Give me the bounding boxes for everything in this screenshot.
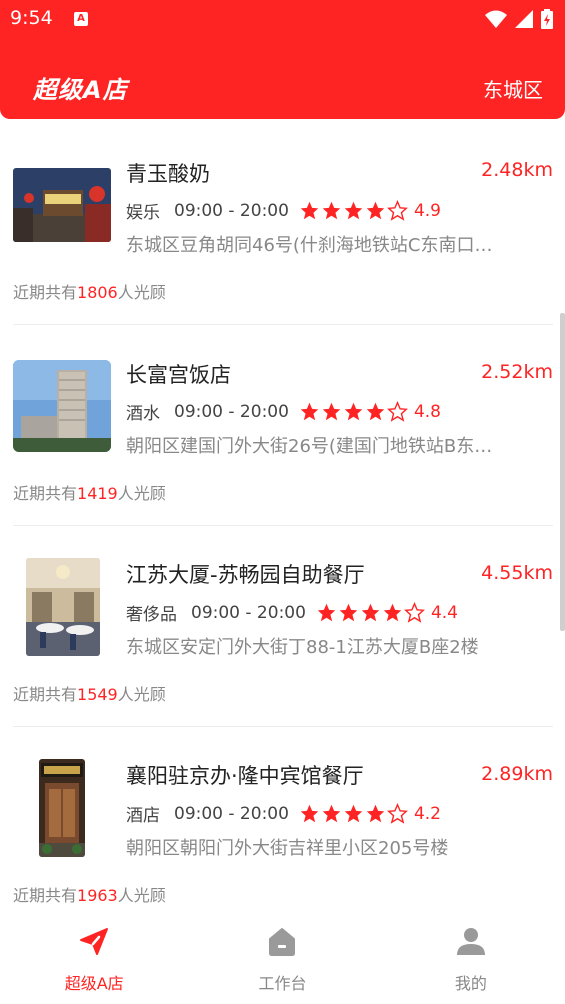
- store-image: [39, 759, 85, 857]
- store-image: [13, 168, 111, 242]
- visit-count: 近期共有1549人光顾: [13, 681, 166, 705]
- star-filled-icon: [366, 402, 385, 421]
- store-category: 酒店: [126, 806, 160, 826]
- app-title: 超级A店: [33, 76, 128, 104]
- tab-label: 我的: [454, 974, 487, 993]
- store-name[interactable]: 青玉酸奶: [126, 158, 210, 188]
- star-filled-icon: [339, 603, 358, 622]
- star-outline-icon: [387, 803, 408, 824]
- store-hours: 09:00 - 20:00: [174, 200, 289, 221]
- store-distance: 2.89km: [481, 763, 553, 785]
- star-outline-icon: [387, 200, 408, 221]
- store-address: 东城区安定门外大街丁88-1江苏大厦B座2楼: [126, 637, 479, 658]
- store-meta: 娱乐 09:00 - 20:00 4.9: [126, 198, 441, 223]
- store-name[interactable]: 江苏大厦-苏畅园自助餐厅: [126, 559, 365, 589]
- visits-suffix: 人光顾: [117, 685, 166, 704]
- bottom-tab-bar: 超级A店 工作台 我的: [0, 920, 565, 1004]
- tab-super-a-store[interactable]: 超级A店: [0, 920, 188, 1004]
- tab-workbench[interactable]: 工作台: [188, 920, 376, 1004]
- visits-suffix: 人光顾: [117, 484, 166, 503]
- star-outline-icon: [404, 602, 425, 623]
- star-filled-icon: [344, 804, 363, 823]
- star-filled-icon: [366, 804, 385, 823]
- tab-mine[interactable]: 我的: [377, 920, 565, 1004]
- visits-suffix: 人光顾: [117, 886, 166, 905]
- star-filled-icon: [317, 603, 336, 622]
- store-category: 奢侈品: [126, 605, 177, 625]
- store-address: 东城区豆角胡同46号(什刹海地铁站C东南口…: [126, 235, 493, 256]
- status-bar: 9:54 A: [0, 0, 565, 38]
- star-filled-icon: [322, 201, 341, 220]
- status-time: 9:54: [10, 7, 53, 29]
- store-name[interactable]: 襄阳驻京办·隆中宾馆餐厅: [126, 760, 364, 790]
- star-filled-icon: [344, 402, 363, 421]
- visits-prefix: 近期共有: [13, 484, 78, 503]
- store-distance: 2.52km: [481, 361, 553, 383]
- store-list: 青玉酸奶 2.48km 娱乐 09:00 - 20:00 4.9 东城区豆角胡同…: [13, 124, 553, 928]
- star-filled-icon: [300, 201, 319, 220]
- star-outline-icon: [387, 401, 408, 422]
- signal-icon: [515, 10, 533, 28]
- store-card[interactable]: 江苏大厦-苏畅园自助餐厅 4.55km 奢侈品 09:00 - 20:00 4.…: [13, 526, 553, 727]
- visit-count: 近期共有1806人光顾: [13, 279, 166, 303]
- store-distance: 2.48km: [481, 159, 553, 181]
- tab-label: 工作台: [258, 974, 307, 993]
- wifi-icon: [485, 10, 507, 28]
- star-filled-icon: [322, 804, 341, 823]
- star-filled-icon: [366, 201, 385, 220]
- home-icon: [269, 928, 296, 956]
- store-card[interactable]: 长富宫饭店 2.52km 酒水 09:00 - 20:00 4.8 朝阳区建国门…: [13, 325, 553, 526]
- status-indicators: [485, 9, 553, 29]
- star-rating: [299, 401, 408, 422]
- visits-number: 1806: [77, 283, 118, 302]
- store-rating: 4.9: [413, 200, 441, 221]
- user-icon: [456, 928, 485, 955]
- store-card[interactable]: 青玉酸奶 2.48km 娱乐 09:00 - 20:00 4.9 东城区豆角胡同…: [13, 124, 553, 325]
- star-filled-icon: [300, 804, 319, 823]
- store-address: 朝阳区建国门外大街26号(建国门地铁站B东…: [126, 436, 493, 457]
- store-category: 娱乐: [126, 203, 160, 223]
- store-meta: 酒水 09:00 - 20:00 4.8: [126, 399, 441, 424]
- store-address: 朝阳区朝阳门外大街吉祥里小区205号楼: [126, 838, 449, 859]
- star-filled-icon: [344, 201, 363, 220]
- store-rating: 4.2: [413, 803, 441, 824]
- visits-prefix: 近期共有: [13, 283, 78, 302]
- visits-suffix: 人光顾: [117, 283, 166, 302]
- store-image: [26, 558, 100, 656]
- store-hours: 09:00 - 20:00: [191, 602, 306, 623]
- star-rating: [316, 602, 425, 623]
- notification-icon: A: [74, 12, 88, 26]
- visits-number: 1549: [77, 685, 118, 704]
- tab-label: 超级A店: [64, 974, 124, 993]
- scrollbar[interactable]: [560, 313, 565, 631]
- store-meta: 奢侈品 09:00 - 20:00 4.4: [126, 600, 458, 625]
- store-name[interactable]: 长富宫饭店: [126, 359, 231, 389]
- visits-number: 1963: [77, 886, 118, 905]
- app-header: 9:54 A 超级A店 东城区: [0, 0, 565, 119]
- store-rating: 4.8: [413, 401, 441, 422]
- store-hours: 09:00 - 20:00: [174, 803, 289, 824]
- star-filled-icon: [300, 402, 319, 421]
- star-filled-icon: [322, 402, 341, 421]
- store-distance: 4.55km: [481, 562, 553, 584]
- star-rating: [299, 200, 408, 221]
- star-rating: [299, 803, 408, 824]
- star-filled-icon: [361, 603, 380, 622]
- send-icon: [80, 928, 109, 955]
- store-rating: 4.4: [430, 602, 458, 623]
- visit-count: 近期共有1419人光顾: [13, 480, 166, 504]
- visits-prefix: 近期共有: [13, 685, 78, 704]
- battery-icon: [541, 9, 553, 29]
- visit-count: 近期共有1963人光顾: [13, 882, 166, 906]
- visits-prefix: 近期共有: [13, 886, 78, 905]
- district-selector[interactable]: 东城区: [483, 74, 543, 103]
- store-hours: 09:00 - 20:00: [174, 401, 289, 422]
- visits-number: 1419: [77, 484, 118, 503]
- store-image: [13, 360, 111, 452]
- store-meta: 酒店 09:00 - 20:00 4.2: [126, 801, 441, 826]
- star-filled-icon: [383, 603, 402, 622]
- store-category: 酒水: [126, 404, 160, 424]
- store-card[interactable]: 襄阳驻京办·隆中宾馆餐厅 2.89km 酒店 09:00 - 20:00 4.2…: [13, 727, 553, 928]
